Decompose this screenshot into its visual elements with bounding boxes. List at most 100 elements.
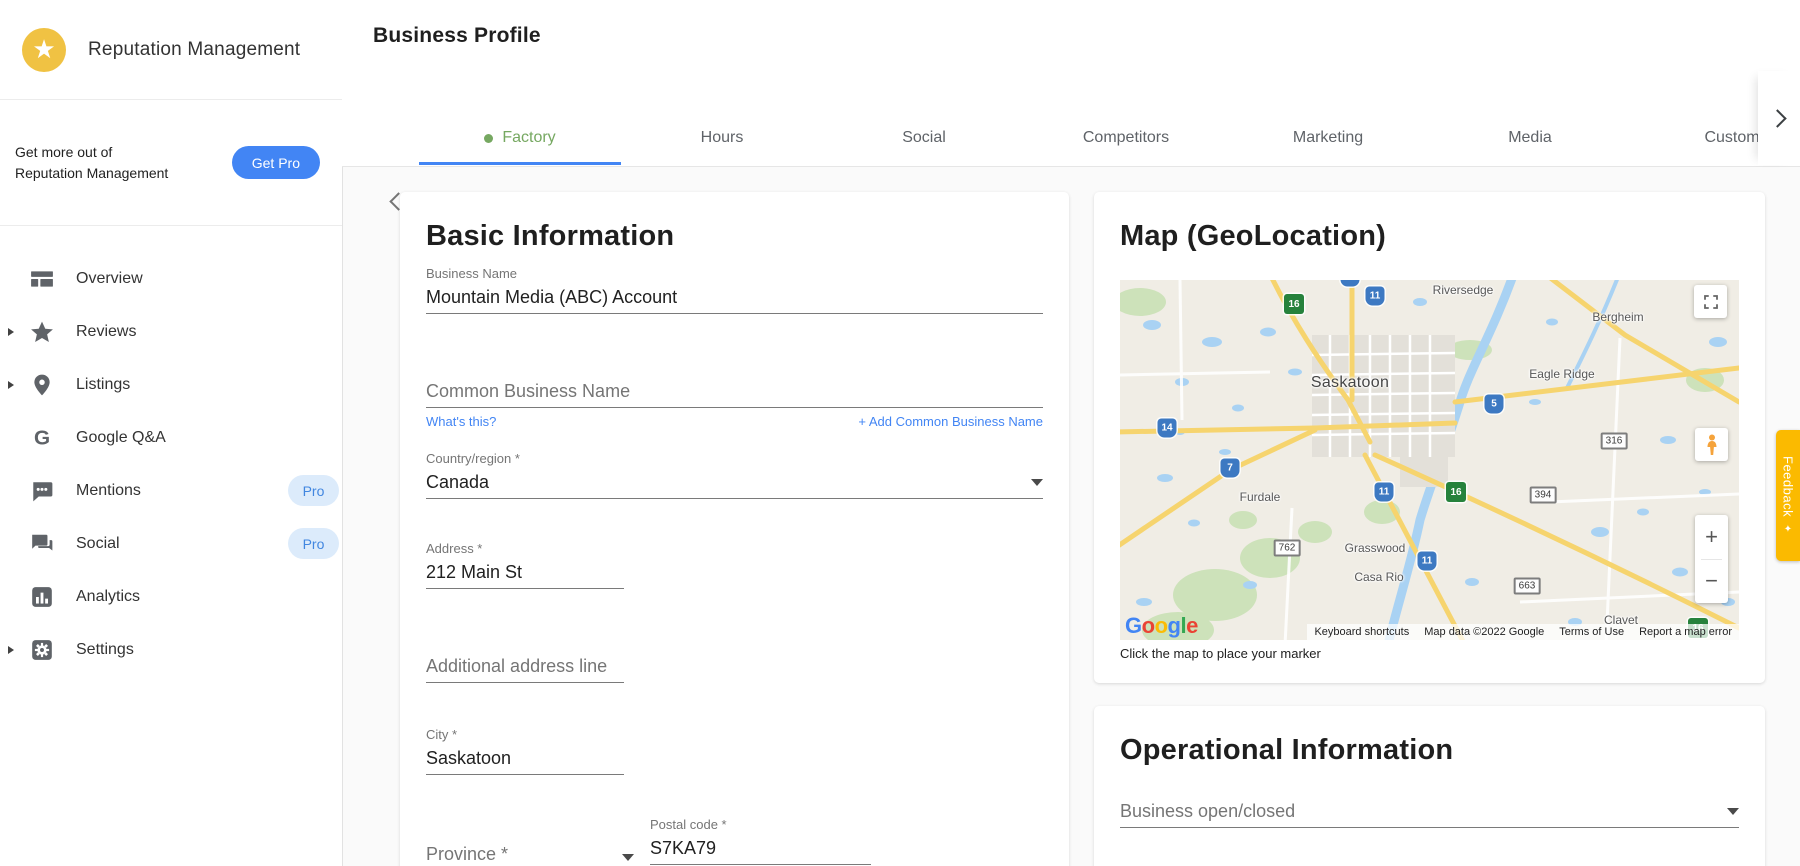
map-terrain-roads-svg bbox=[1120, 280, 1739, 640]
zoom-out-button[interactable]: − bbox=[1695, 560, 1728, 604]
business-open-closed-select[interactable]: Business open/closed bbox=[1120, 798, 1739, 828]
city-label: City * bbox=[426, 727, 1043, 743]
sidebar-item-label: Social bbox=[76, 535, 120, 553]
tab-social[interactable]: Social bbox=[823, 71, 1025, 165]
sidebar-item-analytics[interactable]: Analytics bbox=[0, 570, 342, 623]
address-input[interactable]: 212 Main St bbox=[426, 559, 624, 589]
sidebar-item-settings[interactable]: Settings bbox=[0, 623, 342, 676]
google-logo-letter: G bbox=[1125, 613, 1142, 638]
operational-information-card: Operational Information Business open/cl… bbox=[1094, 706, 1765, 866]
tabs-scroll-right-chevron-icon bbox=[1768, 109, 1786, 127]
address-field: Address * 212 Main St bbox=[426, 541, 1043, 589]
get-pro-button[interactable]: Get Pro bbox=[232, 146, 320, 179]
map-zoom-control: + − bbox=[1695, 515, 1728, 603]
sidebar-item-google-qa[interactable]: G Google Q&A bbox=[0, 411, 342, 464]
add-common-business-name-link[interactable]: + Add Common Business Name bbox=[858, 414, 1043, 429]
operational-information-title: Operational Information bbox=[1120, 732, 1739, 768]
active-tab-dot-icon bbox=[484, 134, 493, 143]
expand-arrow-icon[interactable] bbox=[8, 646, 14, 654]
tab-label: Marketing bbox=[1293, 129, 1363, 147]
province-postal-row: Province * Postal code * S7KA79 bbox=[426, 817, 1043, 866]
highway-shield: 14 bbox=[1158, 419, 1177, 438]
tab-competitors[interactable]: Competitors bbox=[1025, 71, 1227, 165]
tab-media[interactable]: Media bbox=[1429, 71, 1631, 165]
tab-label: Custom bbox=[1704, 129, 1759, 147]
map-data-copyright: Map data ©2022 Google bbox=[1424, 626, 1544, 638]
chevron-down-icon bbox=[622, 854, 634, 861]
business-name-label: Business Name bbox=[426, 266, 1043, 282]
province-select[interactable]: Province * bbox=[426, 841, 634, 866]
tab-marketing[interactable]: Marketing bbox=[1227, 71, 1429, 165]
highway-shield: 11 bbox=[1366, 287, 1385, 306]
country-value: Canada bbox=[426, 469, 489, 495]
postal-code-input[interactable]: S7KA79 bbox=[650, 835, 871, 865]
promo-line-2: Reputation Management bbox=[15, 163, 168, 184]
google-logo[interactable]: Google bbox=[1125, 613, 1198, 639]
sidebar: ★ Reputation Management Get more out of … bbox=[0, 0, 343, 866]
tab-label: Hours bbox=[701, 129, 744, 147]
mentions-bubble-icon bbox=[30, 479, 54, 503]
fullscreen-icon bbox=[1702, 293, 1720, 311]
sidebar-nav: Overview Reviews Listings G bbox=[0, 226, 342, 676]
sidebar-item-label: Google Q&A bbox=[76, 429, 166, 447]
map-label-town: Bergheim bbox=[1592, 310, 1643, 324]
analytics-bar-chart-icon bbox=[30, 585, 54, 609]
report-map-error-link[interactable]: Report a map error bbox=[1639, 626, 1732, 638]
feedback-star-icon: ✦ bbox=[1784, 524, 1792, 535]
map-label-town: Furdale bbox=[1240, 490, 1281, 504]
google-logo-letter: o bbox=[1142, 613, 1155, 638]
tab-hours[interactable]: Hours bbox=[621, 71, 823, 165]
common-business-name-links: What's this? + Add Common Business Name bbox=[426, 414, 1043, 429]
zoom-in-button[interactable]: + bbox=[1695, 515, 1728, 559]
sidebar-item-overview[interactable]: Overview bbox=[0, 252, 342, 305]
highway-shield: 5 bbox=[1485, 395, 1504, 414]
province-placeholder: Province * bbox=[426, 841, 508, 866]
map-fullscreen-button[interactable] bbox=[1694, 285, 1727, 318]
map-label-town: Casa Rio bbox=[1354, 570, 1403, 584]
pro-badge: Pro bbox=[288, 528, 339, 559]
star-glyph: ★ bbox=[32, 34, 55, 65]
tabs-scroll-right-button[interactable] bbox=[1758, 71, 1800, 165]
map-pegman-button[interactable] bbox=[1695, 428, 1728, 461]
tab-factory[interactable]: Factory bbox=[419, 71, 621, 165]
tab-label: Social bbox=[902, 129, 946, 147]
promo-line-1: Get more out of bbox=[15, 142, 168, 163]
keyboard-shortcuts-link[interactable]: Keyboard shortcuts bbox=[1314, 626, 1409, 638]
highway-shield: 316 bbox=[1601, 433, 1628, 450]
business-open-closed-placeholder: Business open/closed bbox=[1120, 798, 1295, 824]
sidebar-item-label: Settings bbox=[76, 641, 134, 659]
sidebar-item-label: Listings bbox=[76, 376, 130, 394]
address-label: Address * bbox=[426, 541, 1043, 557]
country-field: Country/region * Canada bbox=[426, 451, 1043, 499]
expand-arrow-icon[interactable] bbox=[8, 381, 14, 389]
expand-arrow-icon[interactable] bbox=[8, 328, 14, 336]
country-select[interactable]: Canada bbox=[426, 469, 1043, 499]
map-label-town: Grasswood bbox=[1345, 541, 1406, 555]
sidebar-header: ★ Reputation Management bbox=[0, 0, 342, 100]
feedback-label: Feedback bbox=[1781, 456, 1796, 517]
map-label-city: Saskatoon bbox=[1311, 374, 1389, 392]
sidebar-item-reviews[interactable]: Reviews bbox=[0, 305, 342, 358]
app-logo-star-icon: ★ bbox=[22, 28, 66, 72]
sidebar-item-listings[interactable]: Listings bbox=[0, 358, 342, 411]
highway-shield: 762 bbox=[1274, 540, 1301, 557]
sidebar-item-label: Mentions bbox=[76, 482, 141, 500]
terms-of-use-link[interactable]: Terms of Use bbox=[1559, 626, 1624, 638]
google-logo-letter: e bbox=[1186, 613, 1198, 638]
whats-this-link[interactable]: What's this? bbox=[426, 414, 496, 429]
business-name-input[interactable]: Mountain Media (ABC) Account bbox=[426, 284, 1043, 314]
highway-shield: 11 bbox=[1418, 552, 1437, 571]
tabs-row: Factory Hours Social Competitors Marketi… bbox=[419, 71, 1800, 165]
common-business-name-input[interactable]: Common Business Name bbox=[426, 378, 1043, 408]
feedback-tab[interactable]: Feedback ✦ bbox=[1776, 430, 1800, 561]
sidebar-item-social[interactable]: Social Pro bbox=[0, 517, 342, 570]
sidebar-item-label: Reviews bbox=[76, 323, 136, 341]
sidebar-item-mentions[interactable]: Mentions Pro bbox=[0, 464, 342, 517]
map-label-town: Eagle Ridge bbox=[1529, 367, 1594, 381]
city-input[interactable]: Saskatoon bbox=[426, 745, 624, 775]
location-pin-icon bbox=[30, 373, 54, 397]
overview-icon bbox=[30, 267, 54, 291]
google-map[interactable]: Riversedge Bergheim Eagle Ridge Saskatoo… bbox=[1120, 280, 1739, 640]
map-card-title: Map (GeoLocation) bbox=[1120, 218, 1739, 254]
additional-address-input[interactable]: Additional address line bbox=[426, 653, 624, 683]
